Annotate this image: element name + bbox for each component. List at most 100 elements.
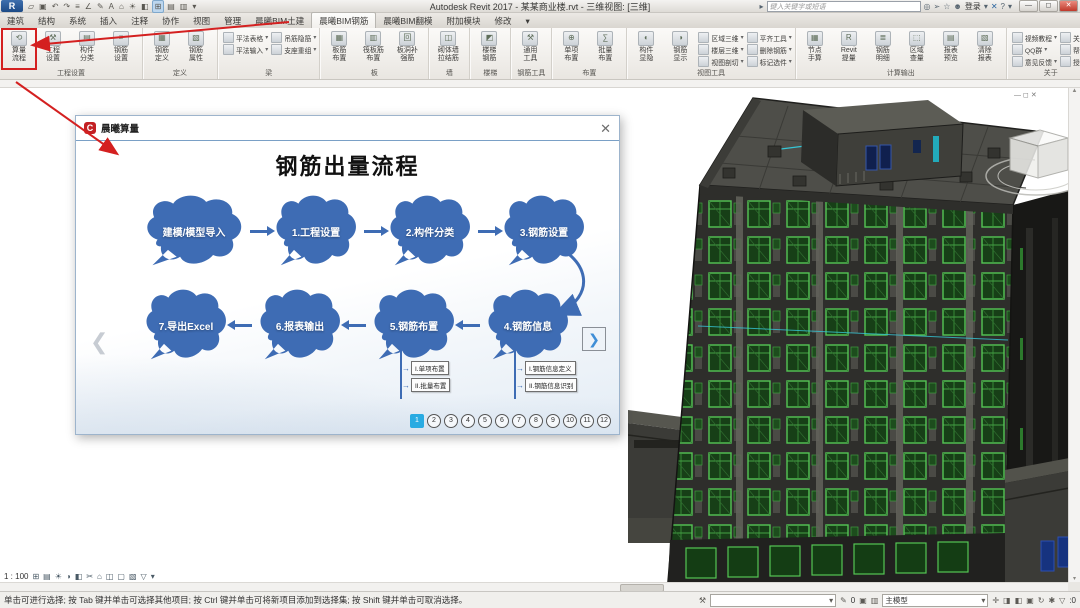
ribbon-button[interactable]: ◫砌体墙 拉结筋 [432, 30, 464, 68]
favorites-icon[interactable]: ☆ [943, 2, 950, 11]
ribbon-tab[interactable]: 晨曦BIM土建 [248, 13, 311, 28]
open-icon[interactable]: ▱ [26, 1, 36, 12]
page-dot[interactable]: 1 [410, 414, 424, 428]
ribbon-button[interactable]: ⬚区域 查量 [901, 30, 933, 68]
page-dot[interactable]: 8 [529, 414, 543, 428]
ribbon-tab[interactable]: ▾ [519, 14, 537, 28]
visual-style-icon[interactable]: ⊞ [32, 572, 39, 581]
press-drag-icon[interactable]: ✛ [992, 596, 999, 605]
ribbon-button[interactable]: ≡钢筋 设置 [105, 30, 137, 68]
ribbon-button[interactable]: ≣钢筋 明细 [867, 30, 899, 68]
ribbon-button[interactable]: ▤报表 预览 [935, 30, 967, 68]
measure-icon[interactable]: ∠ [83, 1, 94, 12]
workset-select[interactable]: ▾ [710, 594, 836, 607]
ribbon-button[interactable]: RRevit 提量 [833, 30, 865, 68]
select-pinned-icon[interactable]: ▣ [1026, 596, 1034, 605]
ribbon-small-button[interactable]: 支座重组▾ [271, 44, 316, 55]
constraints-icon[interactable]: ▽ [141, 572, 147, 581]
subscription-icon[interactable]: ➢ [934, 2, 941, 11]
ribbon-tab[interactable]: 视图 [186, 13, 217, 28]
status-toggle2-icon[interactable]: ▥ [871, 596, 879, 605]
save-icon[interactable]: ▣ [37, 1, 49, 12]
ribbon-tab[interactable]: 晨曦BIM翻模 [376, 13, 439, 28]
view-restore-icon[interactable]: ◻ [1023, 92, 1029, 100]
ribbon-small-button[interactable]: 平法输入▾ [223, 44, 268, 55]
sun-path-icon[interactable]: ☀ [127, 1, 138, 12]
ribbon-small-button[interactable]: 视图剖切▾ [698, 56, 743, 67]
shadows-icon[interactable]: ◑ [66, 572, 71, 581]
undo-icon[interactable]: ↶ [50, 1, 61, 12]
search-input[interactable]: 键入关键字或短语 [767, 1, 921, 12]
ribbon-button[interactable]: ◩楼梯 钢筋 [473, 30, 505, 68]
worksets-icon[interactable]: ⚒ [699, 596, 706, 605]
carousel-prev-button[interactable]: ❮ [90, 329, 108, 355]
page-dot[interactable]: 3 [444, 414, 458, 428]
design-option-select[interactable]: 主模型▾ [882, 594, 988, 607]
ribbon-small-button[interactable]: 平齐工具▾ [747, 32, 792, 43]
more-icon[interactable]: ▾ [151, 572, 155, 581]
vertical-scrollbar[interactable]: ▲ ▾ [1068, 88, 1080, 582]
temporary-hide-icon[interactable]: ◫ [106, 572, 114, 581]
status-toggle1-icon[interactable]: ▣ [859, 596, 867, 605]
thin-lines-icon[interactable]: ⊞ [152, 0, 165, 13]
page-dot[interactable]: 9 [546, 414, 560, 428]
drag-on-selection-icon[interactable]: ✱ [1048, 596, 1055, 605]
ribbon-button[interactable]: ▥筏板筋 布置 [357, 30, 389, 68]
ribbon-button[interactable]: ▦钢筋 定义 [146, 30, 178, 68]
ribbon-button[interactable]: ⚒通用 工具 [514, 30, 546, 68]
scroll-down-icon[interactable]: ▾ [1073, 575, 1076, 582]
minimize-button[interactable]: — [1019, 0, 1038, 12]
select-by-face-icon[interactable]: ↻ [1038, 596, 1045, 605]
ribbon-tab[interactable]: 修改 [488, 13, 519, 28]
ribbon-small-button[interactable]: 平法表格▾ [223, 32, 268, 43]
worksharing-display-icon[interactable]: ▧ [129, 572, 137, 581]
building-model-3d[interactable] [628, 88, 1080, 582]
carousel-next-button[interactable]: ❯ [582, 327, 606, 351]
ribbon-tab[interactable]: 结构 [31, 13, 62, 28]
page-dot[interactable]: 10 [563, 414, 577, 428]
page-dot[interactable]: 6 [495, 414, 509, 428]
page-dot[interactable]: 7 [512, 414, 526, 428]
dialog-close-icon[interactable]: ✕ [600, 122, 611, 135]
ribbon-small-button[interactable]: 授权▾ [1060, 56, 1080, 67]
ribbon-small-button[interactable]: 删除钢筋▾ [747, 44, 792, 55]
view-minimize-icon[interactable]: — [1014, 92, 1021, 100]
crop-region-icon[interactable]: ✂ [86, 572, 93, 581]
ribbon-small-button[interactable]: 标记选件▾ [747, 56, 792, 67]
ribbon-tab[interactable]: 管理 [217, 13, 248, 28]
close-button[interactable]: ✕ [1059, 0, 1078, 12]
detail-level-icon[interactable]: ▤ [43, 572, 51, 581]
close-hidden-icon[interactable]: ▤ [165, 1, 177, 12]
help-icon[interactable]: ? [1001, 2, 1005, 11]
scale-button[interactable]: 1 : 100 [4, 572, 28, 581]
unlocked-view-icon[interactable]: ⌂ [97, 572, 102, 581]
reveal-hidden-icon[interactable]: ▢ [117, 572, 125, 581]
ribbon-small-button[interactable]: 帮助▾ [1060, 44, 1080, 55]
horizontal-scrollbar[interactable] [0, 582, 1068, 591]
ribbon-button[interactable]: ∑批量 布置 [589, 30, 621, 68]
crop-view-icon[interactable]: ◧ [75, 572, 83, 581]
section-icon[interactable]: ◧ [139, 1, 151, 12]
ribbon-tab[interactable]: 协作 [155, 13, 186, 28]
ribbon-button[interactable]: ▦节点 手算 [799, 30, 831, 68]
ribbon-button[interactable]: ◐构件 显隐 [630, 30, 662, 68]
sun-icon[interactable]: ☀ [55, 572, 62, 581]
editing-requests-icon[interactable]: ✎ [840, 596, 847, 605]
ribbon-button[interactable]: ⚒工程 设置 [37, 30, 69, 68]
ribbon-tab[interactable]: 附加模块 [440, 13, 488, 28]
revit-app-menu[interactable]: R [1, 0, 23, 12]
selection-filter-icon[interactable]: ▽ [1059, 596, 1065, 605]
qat-dropdown-icon[interactable]: ▾ [190, 1, 198, 12]
view-close-icon[interactable]: ✕ [1031, 92, 1037, 100]
ribbon-tab[interactable]: 系统 [62, 13, 93, 28]
page-dot[interactable]: 2 [427, 414, 441, 428]
ribbon-button[interactable]: ⊕单项 布置 [555, 30, 587, 68]
ribbon-button[interactable]: ▧清除 报表 [969, 30, 1001, 68]
restore-button[interactable]: ◻ [1039, 0, 1058, 12]
ribbon-small-button[interactable]: 视频教程▾ [1012, 32, 1057, 43]
page-dot[interactable]: 11 [580, 414, 594, 428]
ribbon-small-button[interactable]: 吊筋隐筋▾ [271, 32, 316, 43]
search-icon[interactable]: ◎ [924, 2, 931, 11]
account-icon[interactable]: ☻ [953, 2, 961, 11]
redo-icon[interactable]: ↷ [61, 1, 72, 12]
